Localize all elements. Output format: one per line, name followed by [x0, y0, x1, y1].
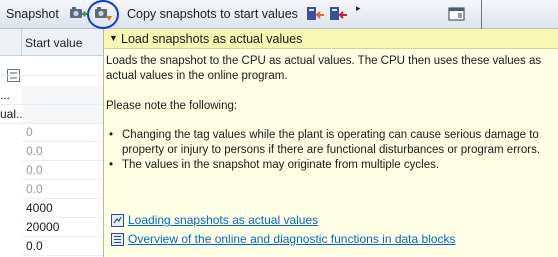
table-cell-left: ... [0, 86, 22, 105]
column-header-left[interactable] [0, 29, 22, 56]
table-cell-value[interactable]: 0.0 [22, 237, 104, 256]
collapse-triangle-icon[interactable]: ▼ [109, 33, 118, 43]
table-cell-value[interactable]: 0.0 [22, 142, 104, 161]
tooltip-body: Loads the snapshot to the CPU as actual … [106, 51, 554, 173]
copy-start-values-alt-button[interactable] [328, 4, 350, 24]
book-link-icon [111, 233, 124, 246]
tooltip-bullet: • The values in the snapshot may origina… [109, 159, 440, 171]
panel-icon [448, 7, 465, 21]
toolbar-more-arrow[interactable]: ▸ [356, 3, 361, 14]
help-tooltip: ▼ Load snapshots as actual values Loads … [103, 29, 558, 257]
bullet-text: The values in the snapshot may originate… [122, 159, 440, 171]
bullet-text: Changing the tag values while the plant … [122, 129, 541, 156]
table-cell-value[interactable] [22, 105, 104, 124]
snapshot-toolbar: Snapshot Copy snapshots to start values [0, 0, 558, 29]
loading-snapshots-link[interactable]: Loading snapshots as actual values [128, 213, 318, 227]
tooltip-bullet: • Changing the tag values while the plan… [109, 129, 541, 156]
data-table: Start value ... ual... 0 0.0 0.0 0.0 400… [0, 29, 104, 257]
table-cell-value[interactable]: 0 [22, 123, 104, 142]
copy-start-values-button[interactable] [305, 4, 327, 24]
table-cell-value[interactable]: 4000 [22, 199, 104, 218]
panel-button[interactable] [446, 4, 468, 24]
table-cell-left: ual... [0, 105, 26, 124]
help-link-icon [111, 214, 124, 227]
table-cell-left [0, 57, 22, 76]
table-cell-value[interactable] [22, 57, 104, 76]
copy-snapshots-label[interactable]: Copy snapshots to start values [127, 7, 298, 21]
tooltip-title: Load snapshots as actual values [121, 32, 303, 46]
table-cell-value[interactable] [22, 86, 104, 105]
load-snapshot-icon [95, 7, 112, 21]
tooltip-paragraph: Please note the following: [106, 100, 238, 112]
start-value-header: Start value [25, 36, 83, 50]
snapshot-label: Snapshot [6, 7, 59, 21]
table-cell-value[interactable]: 0.0 [22, 161, 104, 180]
overview-online-functions-link[interactable]: Overview of the online and diagnostic fu… [128, 232, 456, 246]
table-cell-value[interactable]: 20000 [22, 218, 104, 237]
column-header-start-value[interactable]: Start value [22, 29, 104, 56]
tooltip-header[interactable]: ▼ Load snapshots as actual values [104, 29, 558, 49]
copy-start-values-icon [307, 7, 324, 20]
tooltip-paragraph: Loads the snapshot to the CPU as actual … [106, 55, 542, 82]
table-cell-value[interactable]: 0.0 [22, 180, 104, 199]
toolbar-divider [481, 0, 482, 29]
load-snapshot-button[interactable] [93, 4, 115, 24]
copy-start-values-alt-icon [330, 7, 347, 20]
